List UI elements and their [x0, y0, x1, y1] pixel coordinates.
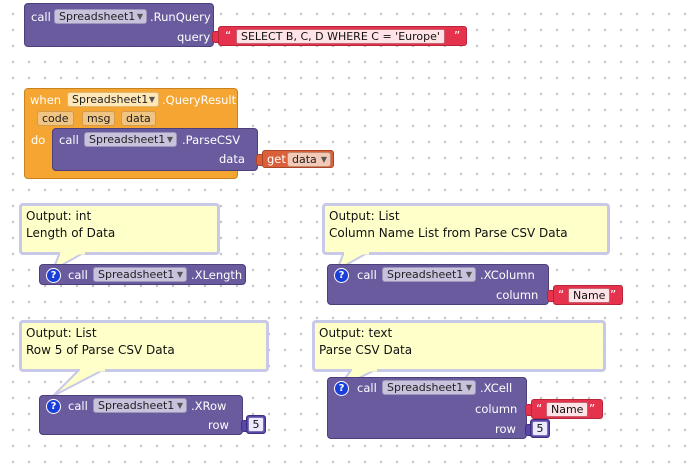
param-chip-data[interactable]: data	[121, 111, 156, 126]
call-label: call	[31, 10, 51, 24]
close-quote: ”	[589, 402, 596, 416]
comment-bubble-xlength[interactable]: Output: int Length of Data	[19, 203, 220, 255]
chevron-down-icon: ▼	[320, 155, 327, 164]
chevron-down-icon: ▼	[166, 135, 173, 144]
call-label: call	[357, 381, 377, 395]
comment-output-type: Output: List	[329, 209, 400, 223]
text-block[interactable]: “ Name ”	[531, 399, 603, 419]
variable-dropdown[interactable]: data ▼	[287, 152, 331, 167]
component-name: Spreadsheet1	[98, 399, 175, 412]
parsecsv-block[interactable]: call Spreadsheet1 ▼ .ParseCSV data	[52, 128, 258, 171]
text-block[interactable]: “ Name ”	[553, 285, 623, 305]
component-dropdown[interactable]: Spreadsheet1 ▼	[93, 267, 187, 282]
comment-description: Length of Data	[26, 226, 116, 240]
component-dropdown[interactable]: Spreadsheet1 ▼	[382, 267, 476, 282]
param-label-column: column	[475, 402, 518, 416]
number-block[interactable]: 5	[530, 419, 550, 438]
component-dropdown[interactable]: Spreadsheet1 ▼	[67, 92, 159, 107]
call-label: call	[68, 399, 88, 413]
close-quote: ”	[610, 288, 617, 302]
param-label: query	[177, 30, 211, 44]
method-label: .XCell	[480, 381, 513, 395]
comment-description: Column Name List from Parse CSV Data	[329, 226, 568, 240]
component-dropdown[interactable]: Spreadsheet1 ▼	[84, 132, 177, 147]
when-label: when	[30, 93, 62, 107]
comment-output-type: Output: List	[26, 326, 97, 340]
xlength-block[interactable]: ? call Spreadsheet1 ▼ .XLength	[39, 264, 246, 285]
help-icon[interactable]: ?	[334, 268, 349, 283]
method-label: .ParseCSV	[182, 133, 241, 147]
param-label-row: row	[495, 422, 516, 436]
variable-name: data	[292, 153, 317, 166]
method-label: .RunQuery	[150, 10, 211, 24]
chevron-down-icon: ▼	[176, 270, 183, 279]
param-label: column	[496, 288, 539, 302]
xrow-block[interactable]: ? call Spreadsheet1 ▼ .XRow row	[39, 395, 243, 435]
do-label: do	[31, 133, 46, 147]
open-quote: “	[536, 402, 543, 416]
component-dropdown[interactable]: Spreadsheet1 ▼	[382, 380, 476, 395]
comment-bubble-xrow[interactable]: Output: List Row 5 of Parse CSV Data	[19, 320, 269, 372]
call-label: call	[68, 268, 88, 282]
param-chip-msg[interactable]: msg	[82, 111, 116, 126]
text-value[interactable]: SELECT B, C, D WHERE C = 'Europe'	[236, 29, 445, 44]
component-name: Spreadsheet1	[387, 268, 464, 281]
call-label: call	[59, 133, 79, 147]
method-label: .XLength	[191, 268, 243, 282]
comment-bubble-xcell[interactable]: Output: text Parse CSV Data	[312, 320, 606, 372]
get-label: get	[267, 152, 286, 166]
comment-output-type: Output: text	[319, 326, 393, 340]
help-icon[interactable]: ?	[46, 268, 61, 283]
comment-description: Parse CSV Data	[319, 343, 413, 357]
chevron-down-icon: ▼	[148, 95, 155, 104]
open-quote: “	[225, 29, 232, 43]
component-name: Spreadsheet1	[59, 10, 136, 23]
help-icon[interactable]: ?	[334, 381, 349, 396]
param-label: row	[208, 418, 229, 432]
component-dropdown[interactable]: Spreadsheet1 ▼	[54, 9, 147, 24]
component-name: Spreadsheet1	[89, 133, 166, 146]
component-dropdown[interactable]: Spreadsheet1 ▼	[93, 398, 187, 413]
runquery-block[interactable]: call Spreadsheet1 ▼ .RunQuery query	[24, 3, 214, 47]
event-label: .QueryResult	[162, 93, 237, 107]
text-value[interactable]: Name	[546, 402, 589, 417]
chevron-down-icon: ▼	[465, 270, 472, 279]
component-name: Spreadsheet1	[387, 381, 464, 394]
open-quote: “	[558, 288, 565, 302]
get-variable-block[interactable]: get data ▼	[262, 150, 334, 168]
chevron-down-icon: ▼	[176, 401, 183, 410]
call-label: call	[357, 268, 377, 282]
param-chip-code[interactable]: code	[37, 111, 74, 126]
xcolumn-block[interactable]: ? call Spreadsheet1 ▼ .XColumn column	[327, 264, 549, 305]
method-label: .XColumn	[480, 268, 535, 282]
text-block[interactable]: “ SELECT B, C, D WHERE C = 'Europe' ”	[218, 26, 467, 46]
close-quote: ”	[454, 29, 461, 43]
comment-output-type: Output: int	[26, 209, 92, 223]
chevron-down-icon: ▼	[136, 12, 143, 21]
xcell-block[interactable]: ? call Spreadsheet1 ▼ .XCell column row	[327, 377, 527, 439]
text-value[interactable]: Name	[568, 288, 611, 303]
number-block[interactable]: 5	[246, 415, 266, 434]
component-name: Spreadsheet1	[72, 93, 149, 106]
chevron-down-icon: ▼	[465, 383, 472, 392]
param-label: data	[219, 152, 245, 166]
help-icon[interactable]: ?	[46, 399, 61, 414]
comment-bubble-xcolumn[interactable]: Output: List Column Name List from Parse…	[322, 203, 610, 255]
number-value[interactable]: 5	[248, 417, 264, 432]
number-value[interactable]: 5	[532, 421, 548, 436]
comment-description: Row 5 of Parse CSV Data	[26, 343, 175, 357]
method-label: .XRow	[191, 399, 227, 413]
component-name: Spreadsheet1	[98, 268, 175, 281]
